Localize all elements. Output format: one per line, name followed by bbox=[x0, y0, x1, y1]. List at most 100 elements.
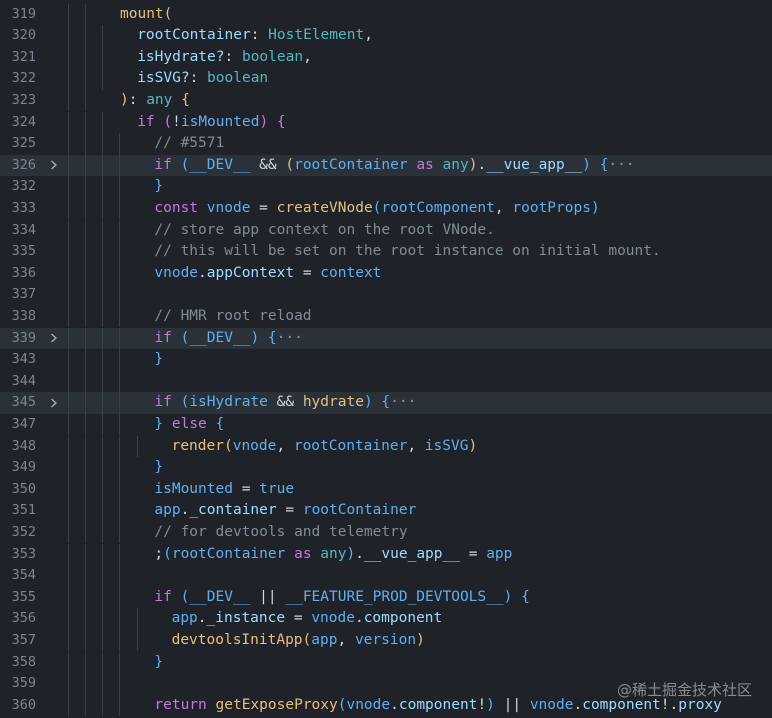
code-token: : bbox=[224, 48, 242, 65]
code-token: else bbox=[171, 415, 207, 432]
chevron-right-icon[interactable] bbox=[49, 392, 59, 414]
folded-ellipsis[interactable]: ··· bbox=[390, 394, 416, 410]
code-token: ) bbox=[346, 545, 356, 562]
code-token: : bbox=[250, 27, 269, 44]
code-text: ;(rootContainer as any).__vue_app__ = ap… bbox=[154, 544, 512, 566]
code-line[interactable]: 355 if (__DEV__ || __FEATURE_PROD_DEVTOOL… bbox=[0, 586, 772, 609]
code-line[interactable]: 357 devtoolsInitApp(app, version) bbox=[0, 629, 772, 652]
code-text: isSVG?: boolean bbox=[137, 68, 268, 90]
indent-guide bbox=[68, 241, 69, 263]
code-line[interactable]: 319 mount( bbox=[0, 3, 772, 26]
indent-guide bbox=[68, 111, 69, 134]
code-line[interactable]: 337 bbox=[0, 284, 772, 306]
code-line[interactable]: 353 ;(rootContainer as any).__vue_app__ =… bbox=[0, 543, 772, 566]
code-token: if bbox=[154, 156, 172, 173]
code-token: component bbox=[363, 610, 443, 627]
code-token: = bbox=[232, 480, 260, 497]
line-number: 353 bbox=[11, 545, 36, 562]
code-token: , bbox=[407, 437, 425, 454]
code-line[interactable]: 345 if (isHydrate && hydrate) {··· bbox=[0, 392, 772, 414]
code-token: return bbox=[154, 696, 207, 713]
code-line[interactable]: 325 // #5571 bbox=[0, 133, 772, 155]
indent-guide bbox=[68, 68, 69, 90]
line-number: 347 bbox=[11, 415, 36, 432]
code-text: } else { bbox=[154, 414, 224, 436]
code-token: isSVG? bbox=[137, 70, 190, 87]
code-token: } bbox=[154, 459, 164, 476]
code-line[interactable]: 321 isHydrate?: boolean, bbox=[0, 46, 772, 69]
code-text: render(vnode, rootContainer, isSVG) bbox=[172, 436, 478, 458]
code-token: __vue_app__ bbox=[363, 545, 460, 562]
code-token: app bbox=[154, 502, 181, 519]
line-number: 338 bbox=[11, 307, 36, 324]
code-token: ) bbox=[582, 156, 591, 173]
line-number: 343 bbox=[11, 351, 36, 368]
code-line[interactable]: 349} bbox=[0, 457, 772, 479]
code-line[interactable]: 344 bbox=[0, 370, 772, 393]
indent-guide bbox=[119, 219, 120, 242]
code-line[interactable]: 339 if (__DEV__) {··· bbox=[0, 327, 772, 350]
indent-guide bbox=[85, 176, 86, 198]
code-token: as bbox=[407, 156, 443, 173]
code-text: ): any { bbox=[120, 90, 190, 112]
code-line[interactable]: 352 // for devtools and telemetry bbox=[0, 521, 772, 544]
code-line[interactable]: 324 if (!isMounted) { bbox=[0, 111, 772, 134]
indent-guide bbox=[119, 154, 120, 177]
code-line[interactable]: 343} bbox=[0, 349, 772, 371]
code-line[interactable]: 335 // this will be set on the root insta… bbox=[0, 241, 772, 263]
code-line[interactable]: 322 isSVG?: boolean bbox=[0, 68, 772, 90]
code-token: ) bbox=[590, 199, 600, 216]
indent-guide bbox=[119, 500, 120, 522]
code-line[interactable]: 347 } else { bbox=[0, 413, 772, 436]
indent-guide bbox=[102, 176, 103, 198]
code-token: rootContainer bbox=[137, 27, 251, 44]
code-token: = bbox=[276, 502, 303, 519]
code-line[interactable]: 356 app._instance = vnode.component bbox=[0, 608, 772, 630]
folded-ellipsis[interactable]: ··· bbox=[608, 157, 634, 173]
code-line[interactable]: 348 render(vnode, rootContainer, isSVG) bbox=[0, 435, 772, 458]
code-line[interactable]: 338 // HMR root reload bbox=[0, 305, 772, 328]
code-line[interactable]: 333 const vnode = createVNode(rootCompone… bbox=[0, 197, 772, 220]
code-token: , bbox=[276, 437, 294, 454]
code-line[interactable]: 336 vnode.appContext = context bbox=[0, 262, 772, 285]
code-line[interactable]: 334 // store app context on the root VNod… bbox=[0, 219, 772, 242]
code-editor[interactable]: 319 mount(320 rootContainer: HostElement, 3… bbox=[0, 0, 772, 718]
indent-guide bbox=[119, 133, 120, 155]
indent-guide bbox=[102, 262, 103, 285]
code-line[interactable]: 351 app._container = rootContainer bbox=[0, 500, 772, 522]
indent-guide bbox=[68, 413, 69, 436]
code-token: ( bbox=[163, 545, 172, 562]
code-line[interactable]: 354 bbox=[0, 565, 772, 587]
folded-ellipsis[interactable]: ··· bbox=[277, 330, 303, 346]
code-line[interactable]: 350 isMounted = true bbox=[0, 478, 772, 501]
code-line[interactable]: 320 rootContainer: HostElement, bbox=[0, 25, 772, 47]
line-number: 344 bbox=[11, 372, 36, 389]
code-token: || bbox=[250, 588, 286, 605]
code-token: any bbox=[442, 156, 469, 173]
indent-guide bbox=[85, 327, 86, 350]
code-token: ) bbox=[363, 394, 373, 411]
code-token: ; bbox=[154, 545, 164, 562]
indent-guide bbox=[102, 349, 103, 371]
indent-guide bbox=[68, 46, 69, 69]
code-line[interactable]: 358} bbox=[0, 651, 772, 674]
indent-guide bbox=[102, 219, 103, 242]
line-number: 320 bbox=[11, 27, 36, 44]
chevron-right-icon[interactable] bbox=[49, 328, 59, 350]
code-token: } bbox=[154, 415, 164, 432]
code-token: ( bbox=[223, 437, 233, 454]
indent-guide bbox=[85, 478, 86, 501]
code-token: boolean bbox=[241, 48, 304, 65]
code-text: vnode.appContext = context bbox=[154, 263, 381, 285]
chevron-right-icon[interactable] bbox=[49, 155, 59, 177]
indent-guide bbox=[137, 608, 138, 630]
line-number: 325 bbox=[11, 135, 36, 152]
code-line[interactable]: 326 if (__DEV__ && (rootContainer as any)… bbox=[0, 154, 772, 177]
code-token: hydrate bbox=[302, 394, 364, 411]
code-line[interactable]: 332} bbox=[0, 176, 772, 198]
indent-guide bbox=[68, 3, 69, 26]
code-line[interactable]: 323): any { bbox=[0, 89, 772, 112]
